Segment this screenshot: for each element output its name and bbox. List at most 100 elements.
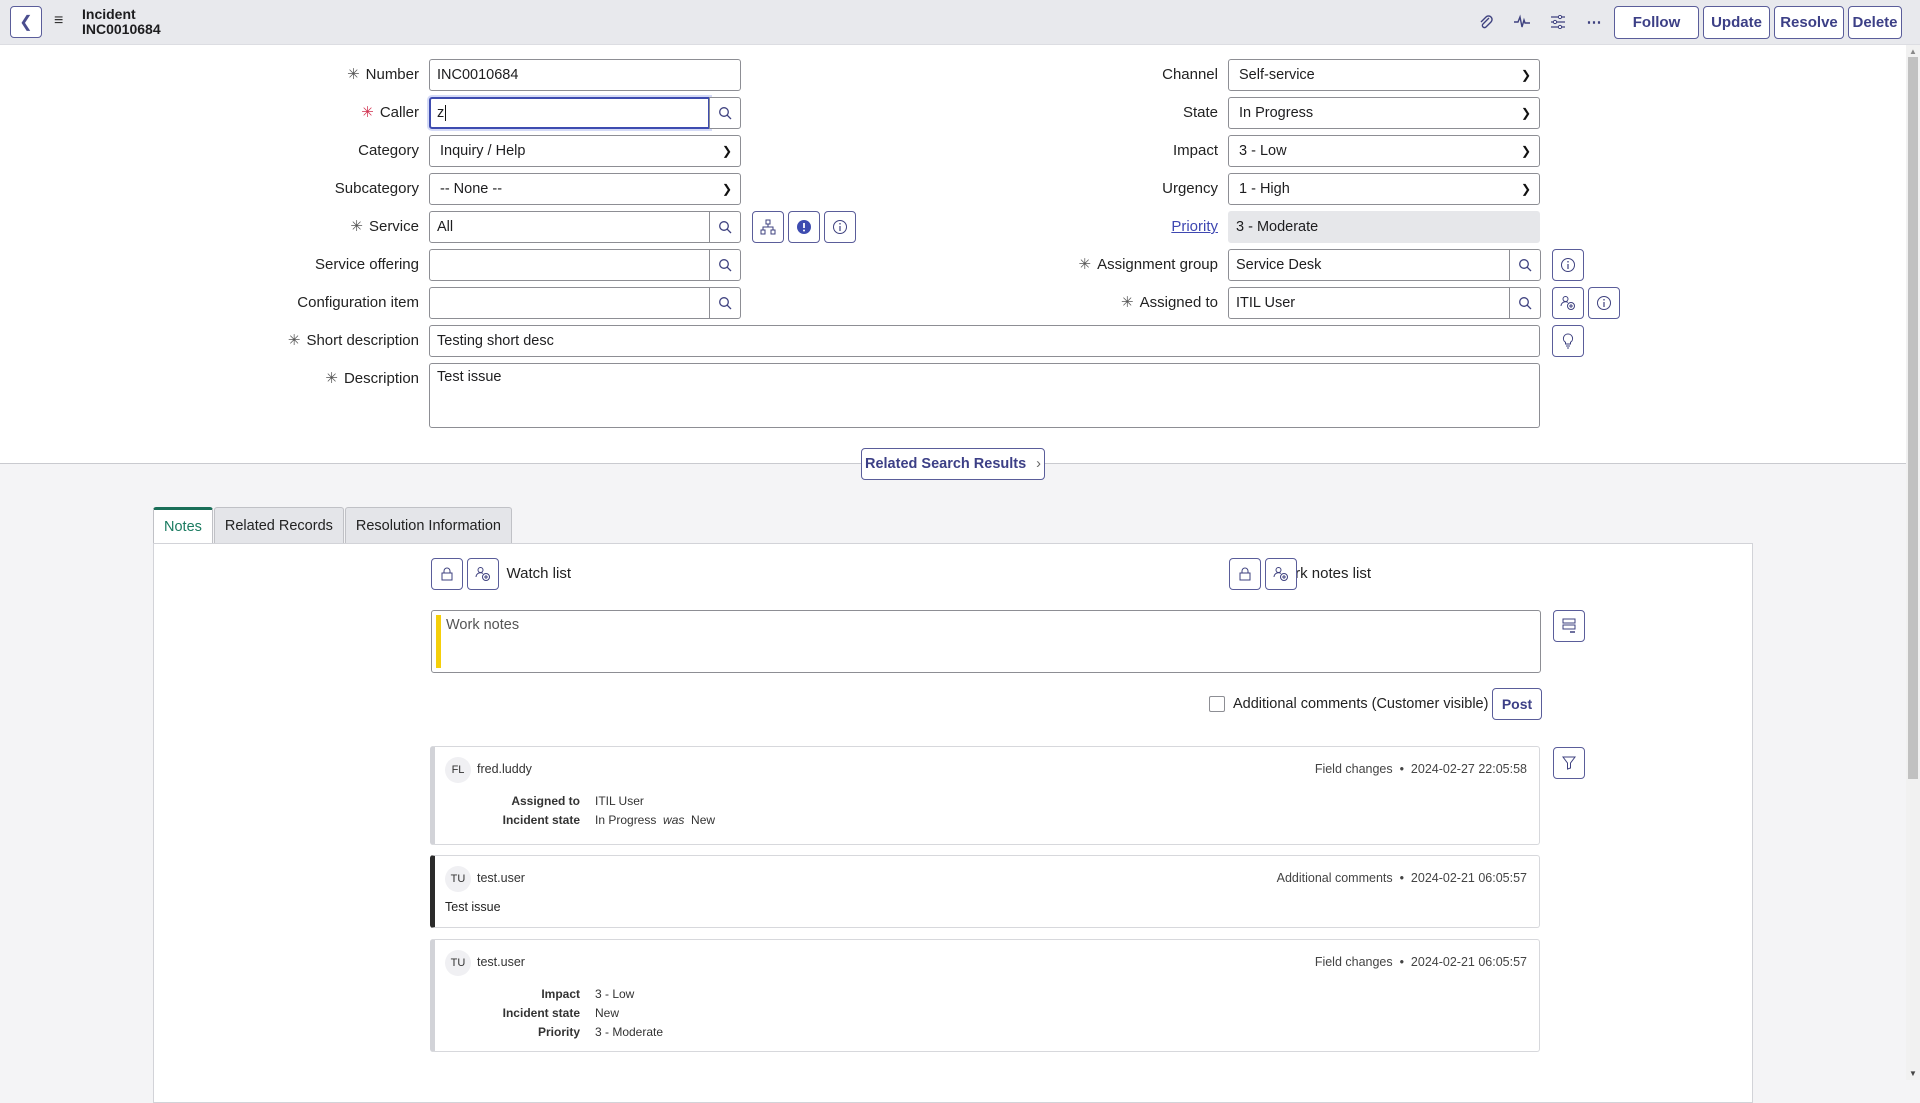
hierarchy-icon xyxy=(760,219,776,235)
number-label: ✳ Number xyxy=(347,66,419,83)
search-icon xyxy=(719,107,732,120)
configuration-item-label: Configuration item xyxy=(297,294,419,311)
suggestion-button[interactable] xyxy=(1552,325,1584,357)
service-offering-label: Service offering xyxy=(315,256,419,273)
assigned-to-field[interactable]: ITIL User xyxy=(1228,287,1510,319)
change-field: Priority xyxy=(537,1025,580,1039)
search-icon xyxy=(1519,297,1532,310)
activity-icon[interactable] xyxy=(1510,10,1534,34)
caller-field[interactable]: z xyxy=(429,97,710,129)
work-notes-list-lock-button[interactable] xyxy=(1229,558,1261,590)
compose-options-button[interactable] xyxy=(1553,610,1585,642)
watch-list-lock-button[interactable] xyxy=(431,558,463,590)
filter-icon xyxy=(1562,756,1576,770)
assignment-group-info-button[interactable] xyxy=(1552,249,1584,281)
activity-filter-button[interactable] xyxy=(1553,747,1585,779)
short-description-label: ✳ Short description xyxy=(287,332,419,349)
additional-comments-label: Additional comments (Customer visible) xyxy=(1233,696,1489,712)
tab-related-records[interactable]: Related Records xyxy=(213,507,344,543)
additional-comments-toggle[interactable]: Additional comments (Customer visible) xyxy=(1209,688,1488,720)
number-field[interactable]: INC0010684 xyxy=(429,59,741,91)
work-notes-textarea[interactable]: Work notes xyxy=(431,610,1541,673)
watch-list-label: Watch list xyxy=(506,565,571,582)
add-user-icon xyxy=(475,567,490,581)
required-icon: ✳ xyxy=(350,218,363,235)
assigned-to-label: ✳ Assigned to xyxy=(1121,294,1218,311)
category-select[interactable]: Inquiry / Help ❯ xyxy=(429,135,741,167)
assign-to-me-button[interactable] xyxy=(1552,287,1584,319)
activity-user[interactable]: fred.luddy xyxy=(477,762,532,776)
scroll-up-icon[interactable]: ▲ xyxy=(1909,47,1917,56)
chevron-down-icon: ❯ xyxy=(1520,106,1531,120)
service-field[interactable]: All xyxy=(429,211,710,243)
configuration-item-field[interactable] xyxy=(429,287,710,319)
service-offering-lookup-button[interactable] xyxy=(709,249,741,281)
activity-meta: Field changes • 2024-02-27 22:05:58 xyxy=(1314,762,1527,776)
activity-card: TU test.user Field changes • 2024-02-21 … xyxy=(430,939,1540,1052)
service-info-button[interactable] xyxy=(824,211,856,243)
add-user-icon xyxy=(1560,296,1575,310)
impact-label: Impact xyxy=(1172,142,1218,159)
chevron-down-icon: ❯ xyxy=(1520,144,1531,158)
category-label: Category xyxy=(358,142,419,159)
state-select[interactable]: In Progress ❯ xyxy=(1228,97,1540,129)
service-offering-field[interactable] xyxy=(429,249,710,281)
post-button[interactable]: Post xyxy=(1492,688,1542,720)
alert-button[interactable] xyxy=(788,211,820,243)
activity-user[interactable]: test.user xyxy=(477,955,525,969)
record-type: Incident xyxy=(82,6,136,22)
lightbulb-icon xyxy=(1562,333,1574,349)
channel-select[interactable]: Self-service ❯ xyxy=(1228,59,1540,91)
caller-lookup-button[interactable] xyxy=(709,97,741,129)
dependency-map-button[interactable] xyxy=(752,211,784,243)
priority-link[interactable]: Priority xyxy=(1171,211,1218,243)
search-icon xyxy=(719,259,732,272)
chevron-down-icon: ❯ xyxy=(1520,182,1531,196)
watch-list-add-me-button[interactable] xyxy=(467,558,499,590)
more-icon[interactable]: ⋯ xyxy=(1582,10,1606,34)
chevron-down-icon: ❯ xyxy=(721,144,732,158)
required-icon: ✳ xyxy=(347,66,360,83)
assignment-group-lookup-button[interactable] xyxy=(1509,249,1541,281)
assigned-to-info-button[interactable] xyxy=(1588,287,1620,319)
back-button[interactable]: ❮ xyxy=(10,6,42,38)
form-header: ❮ ≡ Incident INC0010684 ⋯ Follow Update … xyxy=(0,0,1920,45)
required-icon: ✳ xyxy=(325,370,338,387)
avatar: TU xyxy=(445,866,471,892)
urgency-select[interactable]: 1 - High ❯ xyxy=(1228,173,1540,205)
settings-sliders-icon[interactable] xyxy=(1546,10,1570,34)
search-icon xyxy=(719,297,732,310)
subcategory-select[interactable]: -- None -- ❯ xyxy=(429,173,741,205)
hamburger-menu-icon[interactable]: ≡ xyxy=(54,12,63,30)
related-search-results-button[interactable]: Related Search Results › xyxy=(861,448,1045,480)
work-notes-list-add-me-button[interactable] xyxy=(1265,558,1297,590)
assigned-to-lookup-button[interactable] xyxy=(1509,287,1541,319)
scrollbar-thumb[interactable] xyxy=(1908,57,1918,779)
service-lookup-button[interactable] xyxy=(709,211,741,243)
description-label: ✳ Description xyxy=(325,370,419,387)
activity-user[interactable]: test.user xyxy=(477,871,525,885)
delete-button[interactable]: Delete xyxy=(1848,6,1902,39)
update-button[interactable]: Update xyxy=(1703,6,1770,39)
activity-meta: Additional comments • 2024-02-21 06:05:5… xyxy=(1276,871,1527,885)
page-scrollbar[interactable]: ▲ ▼ xyxy=(1906,45,1920,1080)
paperclip-icon[interactable] xyxy=(1474,10,1498,34)
change-value: In Progress was New xyxy=(595,813,716,827)
scroll-down-icon[interactable]: ▼ xyxy=(1909,1069,1917,1078)
tab-resolution-information[interactable]: Resolution Information xyxy=(344,507,512,543)
description-textarea[interactable]: Test issue xyxy=(429,363,1540,428)
chevron-right-icon: › xyxy=(1036,456,1042,472)
configuration-item-lookup-button[interactable] xyxy=(709,287,741,319)
tab-notes[interactable]: Notes xyxy=(153,507,213,544)
exclamation-circle-icon xyxy=(797,220,811,234)
work-notes-indicator xyxy=(436,615,441,668)
change-field: Incident state xyxy=(502,813,580,827)
additional-comments-checkbox[interactable] xyxy=(1209,696,1225,712)
resolve-button[interactable]: Resolve xyxy=(1774,6,1844,39)
urgency-label: Urgency xyxy=(1162,180,1218,197)
follow-button[interactable]: Follow xyxy=(1614,6,1699,39)
priority-field: 3 - Moderate xyxy=(1228,211,1540,243)
short-description-field[interactable]: Testing short desc xyxy=(429,325,1540,357)
impact-select[interactable]: 3 - Low ❯ xyxy=(1228,135,1540,167)
assignment-group-field[interactable]: Service Desk xyxy=(1228,249,1510,281)
